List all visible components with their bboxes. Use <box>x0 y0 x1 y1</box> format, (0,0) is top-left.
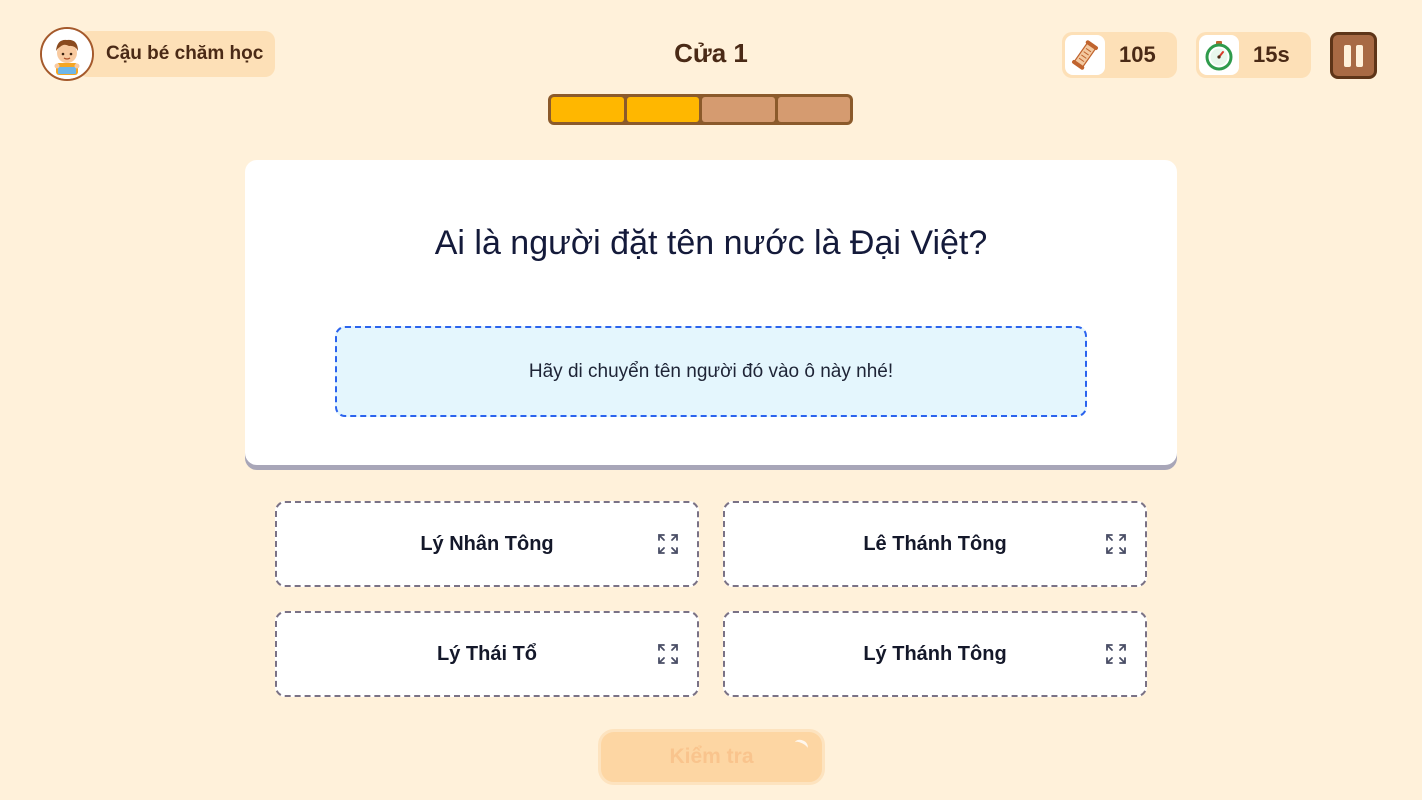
shine-decoration <box>792 737 810 754</box>
scroll-icon <box>1065 35 1105 75</box>
pause-icon <box>1344 44 1351 67</box>
answer-option-label: Lý Thánh Tông <box>863 642 1007 665</box>
drag-handle-icon <box>1106 644 1126 664</box>
drag-handle-icon <box>658 534 678 554</box>
scroll-count: 105 <box>1119 42 1156 67</box>
stopwatch-icon <box>1199 35 1239 75</box>
question-text: Ai là người đặt tên nước là Đại Việt? <box>434 224 988 262</box>
answer-option[interactable]: Lý Thái Tổ <box>275 611 699 697</box>
answer-option[interactable]: Lý Nhân Tông <box>275 501 699 587</box>
answer-option[interactable]: Lý Thánh Tông <box>723 611 1147 697</box>
drag-handle-icon <box>658 644 678 664</box>
check-answer-label: Kiểm tra <box>669 745 754 768</box>
progress-segment-filled <box>626 97 699 122</box>
progress-segment-filled <box>551 97 624 122</box>
answer-drop-zone[interactable]: Hãy di chuyển tên người đó vào ô này nhé… <box>335 326 1087 417</box>
boy-avatar-icon <box>40 26 94 81</box>
check-answer-button[interactable]: Kiểm tra <box>598 729 825 785</box>
progress-segment-empty <box>777 97 850 122</box>
answer-option-label: Lý Thái Tổ <box>437 642 537 665</box>
drag-handle-icon <box>1106 534 1126 554</box>
scroll-counter: 105 <box>1062 32 1177 78</box>
drop-zone-hint: Hãy di chuyển tên người đó vào ô này nhé… <box>528 360 894 382</box>
timer: 15s <box>1196 32 1311 78</box>
answer-option-label: Lý Nhân Tông <box>420 532 554 555</box>
answer-option[interactable]: Lê Thánh Tông <box>723 501 1147 587</box>
answer-option-label: Lê Thánh Tông <box>863 532 1007 555</box>
timer-value: 15s <box>1253 42 1290 67</box>
progress-segment-empty <box>702 97 775 122</box>
pause-button[interactable] <box>1330 32 1377 79</box>
question-card: Ai là người đặt tên nước là Đại Việt? Hã… <box>245 160 1177 465</box>
level-progress-bar <box>548 94 853 125</box>
